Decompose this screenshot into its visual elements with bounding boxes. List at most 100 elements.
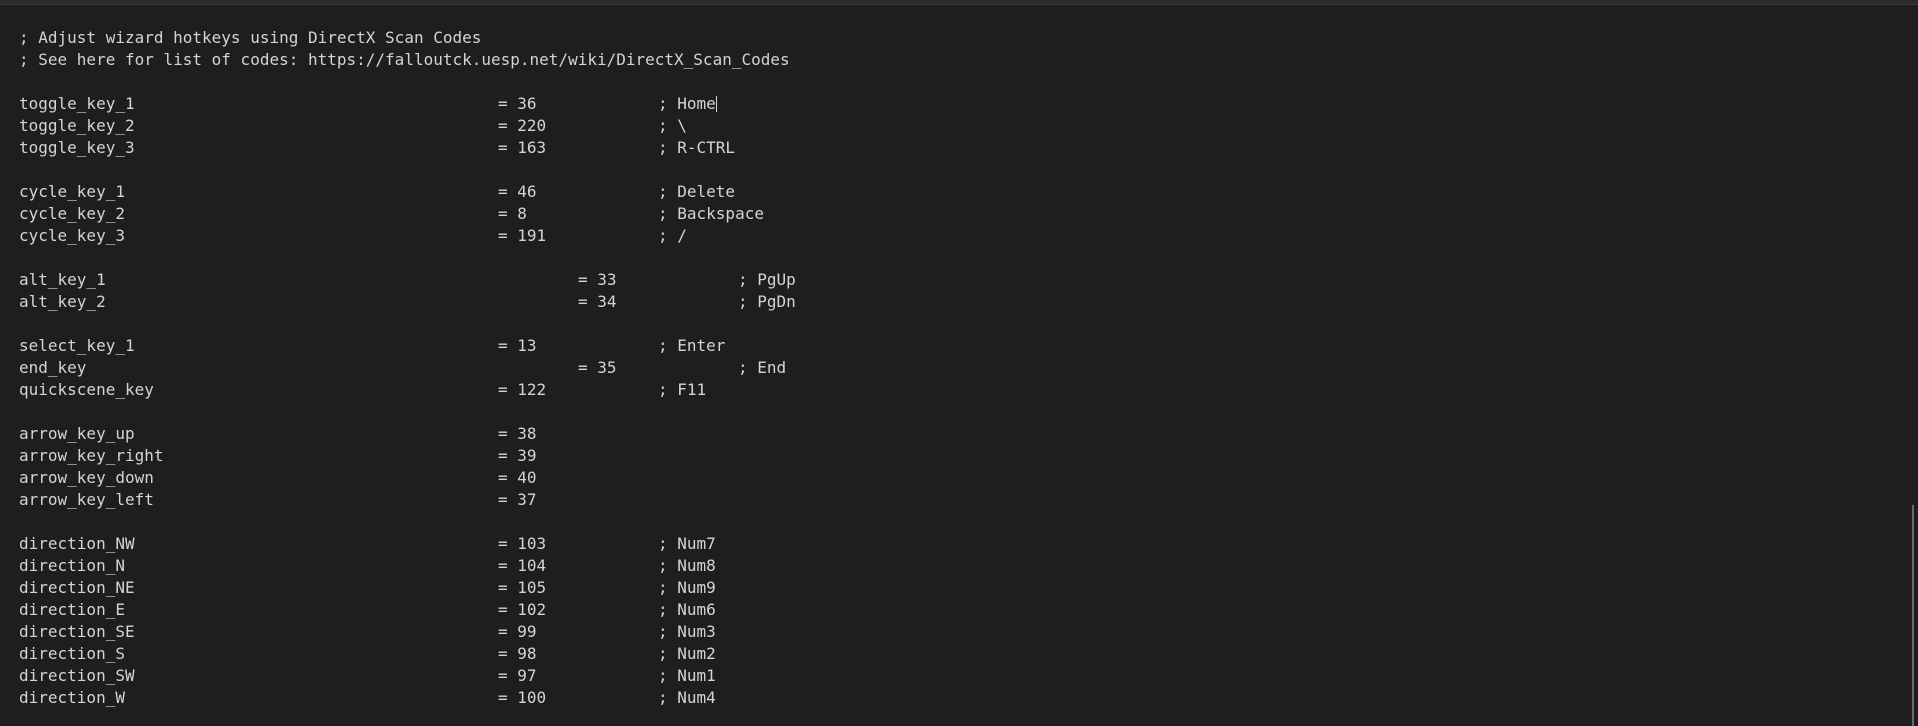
comment-text: ; Adjust wizard hotkeys using DirectX Sc… bbox=[19, 28, 482, 47]
config-key: direction_NW bbox=[19, 534, 135, 553]
inline-comment: ; Num4 bbox=[658, 688, 716, 707]
config-line: direction_NW = 103 ; Num7 bbox=[19, 533, 1899, 555]
config-key: alt_key_2 bbox=[19, 292, 106, 311]
config-value: = 220 bbox=[498, 116, 547, 135]
config-value: = 39 bbox=[498, 446, 537, 465]
config-line: toggle_key_1 = 36 ; Home bbox=[19, 93, 1899, 115]
config-key: direction_W bbox=[19, 688, 125, 707]
config-value: = 33 bbox=[578, 270, 617, 289]
config-line: arrow_key_down = 40 bbox=[19, 467, 1899, 489]
inline-comment: ; Enter bbox=[658, 336, 726, 355]
config-value: = 40 bbox=[498, 468, 537, 487]
config-key: direction_N bbox=[19, 556, 125, 575]
inline-comment: ; Num1 bbox=[658, 666, 716, 685]
config-value: = 191 bbox=[498, 226, 547, 245]
config-value: = 13 bbox=[498, 336, 537, 355]
config-key: cycle_key_1 bbox=[19, 182, 125, 201]
config-value: = 37 bbox=[498, 490, 537, 509]
config-value: = 103 bbox=[498, 534, 547, 553]
config-value: = 46 bbox=[498, 182, 537, 201]
config-value: = 97 bbox=[498, 666, 537, 685]
text-cursor bbox=[716, 96, 717, 112]
config-value: = 36 bbox=[498, 94, 537, 113]
editor-top-border bbox=[0, 0, 1918, 5]
config-line: select_key_1 = 13 ; Enter bbox=[19, 335, 1899, 357]
comment-text: ; See here for list of codes: https://fa… bbox=[19, 50, 790, 69]
config-value: = 38 bbox=[498, 424, 537, 443]
config-line: toggle_key_2 = 220 ; \ bbox=[19, 115, 1899, 137]
code-area[interactable]: ; Adjust wizard hotkeys using DirectX Sc… bbox=[19, 27, 1899, 717]
config-line: arrow_key_left = 37 bbox=[19, 489, 1899, 511]
config-value: = 8 bbox=[498, 204, 527, 223]
config-key: arrow_key_down bbox=[19, 468, 154, 487]
config-line: direction_N = 104 ; Num8 bbox=[19, 555, 1899, 577]
config-key: arrow_key_up bbox=[19, 424, 135, 443]
config-key: alt_key_1 bbox=[19, 270, 106, 289]
text-editor[interactable]: ; Adjust wizard hotkeys using DirectX Sc… bbox=[0, 0, 1918, 726]
config-value: = 102 bbox=[498, 600, 547, 619]
inline-comment: ; Home bbox=[658, 94, 716, 113]
config-key: select_key_1 bbox=[19, 336, 135, 355]
config-value: = 104 bbox=[498, 556, 547, 575]
config-line: direction_NE = 105 ; Num9 bbox=[19, 577, 1899, 599]
config-key: direction_E bbox=[19, 600, 125, 619]
config-value: = 98 bbox=[498, 644, 537, 663]
inline-comment: ; PgDn bbox=[738, 292, 796, 311]
config-line: arrow_key_up = 38 bbox=[19, 423, 1899, 445]
comment-line: ; See here for list of codes: https://fa… bbox=[19, 49, 1899, 71]
config-line: toggle_key_3 = 163 ; R-CTRL bbox=[19, 137, 1899, 159]
config-key: direction_NE bbox=[19, 578, 135, 597]
config-line: arrow_key_right = 39 bbox=[19, 445, 1899, 467]
config-key: direction_S bbox=[19, 644, 125, 663]
inline-comment: ; End bbox=[738, 358, 787, 377]
config-line: direction_SE = 99 ; Num3 bbox=[19, 621, 1899, 643]
inline-comment: ; Num6 bbox=[658, 600, 716, 619]
config-line: direction_W = 100 ; Num4 bbox=[19, 687, 1899, 709]
inline-comment: ; Delete bbox=[658, 182, 736, 201]
inline-comment: ; Num7 bbox=[658, 534, 716, 553]
config-line: cycle_key_2 = 8 ; Backspace bbox=[19, 203, 1899, 225]
config-value: = 99 bbox=[498, 622, 537, 641]
inline-comment: ; Num9 bbox=[658, 578, 716, 597]
config-line: cycle_key_3 = 191 ; / bbox=[19, 225, 1899, 247]
config-line: direction_S = 98 ; Num2 bbox=[19, 643, 1899, 665]
config-key: direction_SW bbox=[19, 666, 135, 685]
config-key: arrow_key_left bbox=[19, 490, 154, 509]
inline-comment: ; Num3 bbox=[658, 622, 716, 641]
config-key: end_key bbox=[19, 358, 87, 377]
config-line: quickscene_key = 122 ; F11 bbox=[19, 379, 1899, 401]
config-line: direction_E = 102 ; Num6 bbox=[19, 599, 1899, 621]
inline-comment: ; PgUp bbox=[738, 270, 796, 289]
config-line: alt_key_2 = 34 ; PgDn bbox=[19, 291, 1899, 313]
inline-comment: ; R-CTRL bbox=[658, 138, 736, 157]
config-value: = 105 bbox=[498, 578, 547, 597]
inline-comment: ; Num2 bbox=[658, 644, 716, 663]
config-value: = 35 bbox=[578, 358, 617, 377]
config-line: cycle_key_1 = 46 ; Delete bbox=[19, 181, 1899, 203]
scrollbar-thumb[interactable] bbox=[1912, 505, 1914, 726]
config-key: toggle_key_2 bbox=[19, 116, 135, 135]
inline-comment: ; \ bbox=[658, 116, 687, 135]
inline-comment: ; Num8 bbox=[658, 556, 716, 575]
config-key: toggle_key_1 bbox=[19, 94, 135, 113]
comment-line: ; Adjust wizard hotkeys using DirectX Sc… bbox=[19, 27, 1899, 49]
config-value: = 34 bbox=[578, 292, 617, 311]
config-line: direction_SW = 97 ; Num1 bbox=[19, 665, 1899, 687]
inline-comment: ; Backspace bbox=[658, 204, 764, 223]
config-key: toggle_key_3 bbox=[19, 138, 135, 157]
config-key: direction_SE bbox=[19, 622, 135, 641]
config-line: alt_key_1 = 33 ; PgUp bbox=[19, 269, 1899, 291]
config-value: = 100 bbox=[498, 688, 547, 707]
config-line: end_key = 35 ; End bbox=[19, 357, 1899, 379]
config-key: quickscene_key bbox=[19, 380, 154, 399]
inline-comment: ; / bbox=[658, 226, 687, 245]
config-key: cycle_key_3 bbox=[19, 226, 125, 245]
config-key: arrow_key_right bbox=[19, 446, 164, 465]
config-value: = 122 bbox=[498, 380, 547, 399]
config-value: = 163 bbox=[498, 138, 547, 157]
config-key: cycle_key_2 bbox=[19, 204, 125, 223]
